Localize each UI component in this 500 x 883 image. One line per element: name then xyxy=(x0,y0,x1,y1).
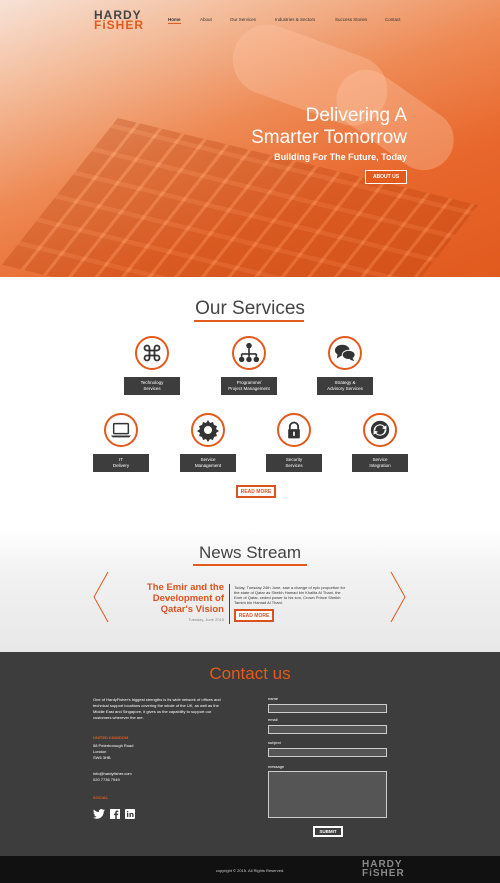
email-label: email xyxy=(268,717,278,722)
service-label: IT Delivery xyxy=(93,454,149,472)
nav-success-stories[interactable]: Success Stories xyxy=(335,17,367,22)
message-textarea[interactable] xyxy=(268,771,387,818)
news-title: News Stream xyxy=(198,543,302,562)
linkedin-icon[interactable] xyxy=(125,806,135,824)
news-read-more-button[interactable]: READ MORE xyxy=(234,609,274,622)
address: 58 Peterborough Road London SW6 3HB xyxy=(93,743,133,761)
service-technology[interactable]: Technology Services xyxy=(124,336,180,395)
news-headline-line3: Qatar's Vision xyxy=(160,604,224,615)
social-heading: SOCIAL xyxy=(93,795,109,800)
hero-subtitle: Building For The Future, Today xyxy=(274,152,407,162)
services-title-underline xyxy=(194,320,304,322)
nav-contact[interactable]: Contact xyxy=(385,17,401,22)
message-label: message xyxy=(268,764,285,769)
chat-bubbles-icon xyxy=(328,336,362,370)
service-security[interactable]: Security Services xyxy=(266,413,322,472)
service-label: Service Management xyxy=(180,454,236,472)
hierarchy-icon xyxy=(232,336,266,370)
hero-title: Delivering A Smarter Tomorrow xyxy=(251,105,407,149)
lock-icon xyxy=(277,413,311,447)
logo[interactable]: HARDY FiSHER xyxy=(94,9,145,32)
services-title: Our Services xyxy=(195,298,305,319)
name-input[interactable] xyxy=(268,704,387,713)
news-divider xyxy=(229,584,230,624)
service-integration[interactable]: Service Integration xyxy=(352,413,408,472)
service-label: Service Integration xyxy=(352,454,408,472)
logo-line2: FiSHER xyxy=(94,18,145,32)
service-label: Security Services xyxy=(266,454,322,472)
contact-details: info@hardyfisher.com 020 7736 7949 xyxy=(93,771,132,783)
news-date: Tuesday, June 2015 xyxy=(188,617,224,622)
services-read-more-button[interactable]: READ MORE xyxy=(236,485,276,498)
service-strategy[interactable]: Strategy & Advisory Services xyxy=(317,336,373,395)
social-links xyxy=(93,806,135,824)
hero-banner xyxy=(0,0,500,277)
command-icon xyxy=(135,336,169,370)
subject-input[interactable] xyxy=(268,748,387,757)
submit-button[interactable]: SUBMIT xyxy=(313,826,343,837)
refresh-icon xyxy=(363,413,397,447)
hero-title-line1: Delivering A xyxy=(305,105,407,126)
news-headline[interactable]: The Emir and the Development of Qatar's … xyxy=(147,582,224,615)
gear-icon xyxy=(191,413,225,447)
nav-industries[interactable]: Industries & Sectors xyxy=(275,17,315,22)
news-headline-line2: Development of xyxy=(152,593,224,604)
contact-title: Contact us xyxy=(209,664,291,683)
nav-about[interactable]: About xyxy=(200,17,212,22)
twitter-icon[interactable] xyxy=(93,806,105,824)
contact-phone: 020 7736 7949 xyxy=(93,777,120,782)
chevron-right-icon[interactable] xyxy=(389,571,407,628)
news-excerpt: Today, Tuesday 24th June, saw a change o… xyxy=(234,585,346,605)
service-management[interactable]: Service Management xyxy=(180,413,236,472)
contact-intro: One of HardyFisher's biggest strengths i… xyxy=(93,697,221,720)
footer-logo[interactable]: HARDY FiSHER xyxy=(362,860,405,879)
news-headline-line1: The Emir and the xyxy=(146,582,224,593)
copyright: copyright © 2015. All Rights Reserved. xyxy=(215,868,285,873)
office-heading: UNITED KINGDOM xyxy=(93,735,129,740)
email-input[interactable] xyxy=(268,725,387,734)
laptop-icon xyxy=(104,413,138,447)
nav-home[interactable]: Home xyxy=(168,17,181,24)
about-us-button[interactable]: ABOUT US xyxy=(365,170,407,184)
news-title-underline xyxy=(193,564,307,566)
service-label: Strategy & Advisory Services xyxy=(317,377,373,395)
footer-logo-line2: FiSHER xyxy=(362,868,405,879)
service-label: Technology Services xyxy=(124,377,180,395)
name-label: name xyxy=(268,696,279,701)
service-project-management[interactable]: Programme/Project Management xyxy=(221,336,277,395)
address-line3: SW6 3HB xyxy=(93,755,111,760)
nav-our-services[interactable]: Our Services xyxy=(230,17,256,22)
service-it-delivery[interactable]: IT Delivery xyxy=(93,413,149,472)
facebook-icon[interactable] xyxy=(110,806,120,824)
service-label: Programme/Project Management xyxy=(221,377,277,395)
chevron-left-icon[interactable] xyxy=(92,571,110,628)
hero-title-line2: Smarter Tomorrow xyxy=(251,127,407,148)
subject-label: subject xyxy=(268,740,281,745)
